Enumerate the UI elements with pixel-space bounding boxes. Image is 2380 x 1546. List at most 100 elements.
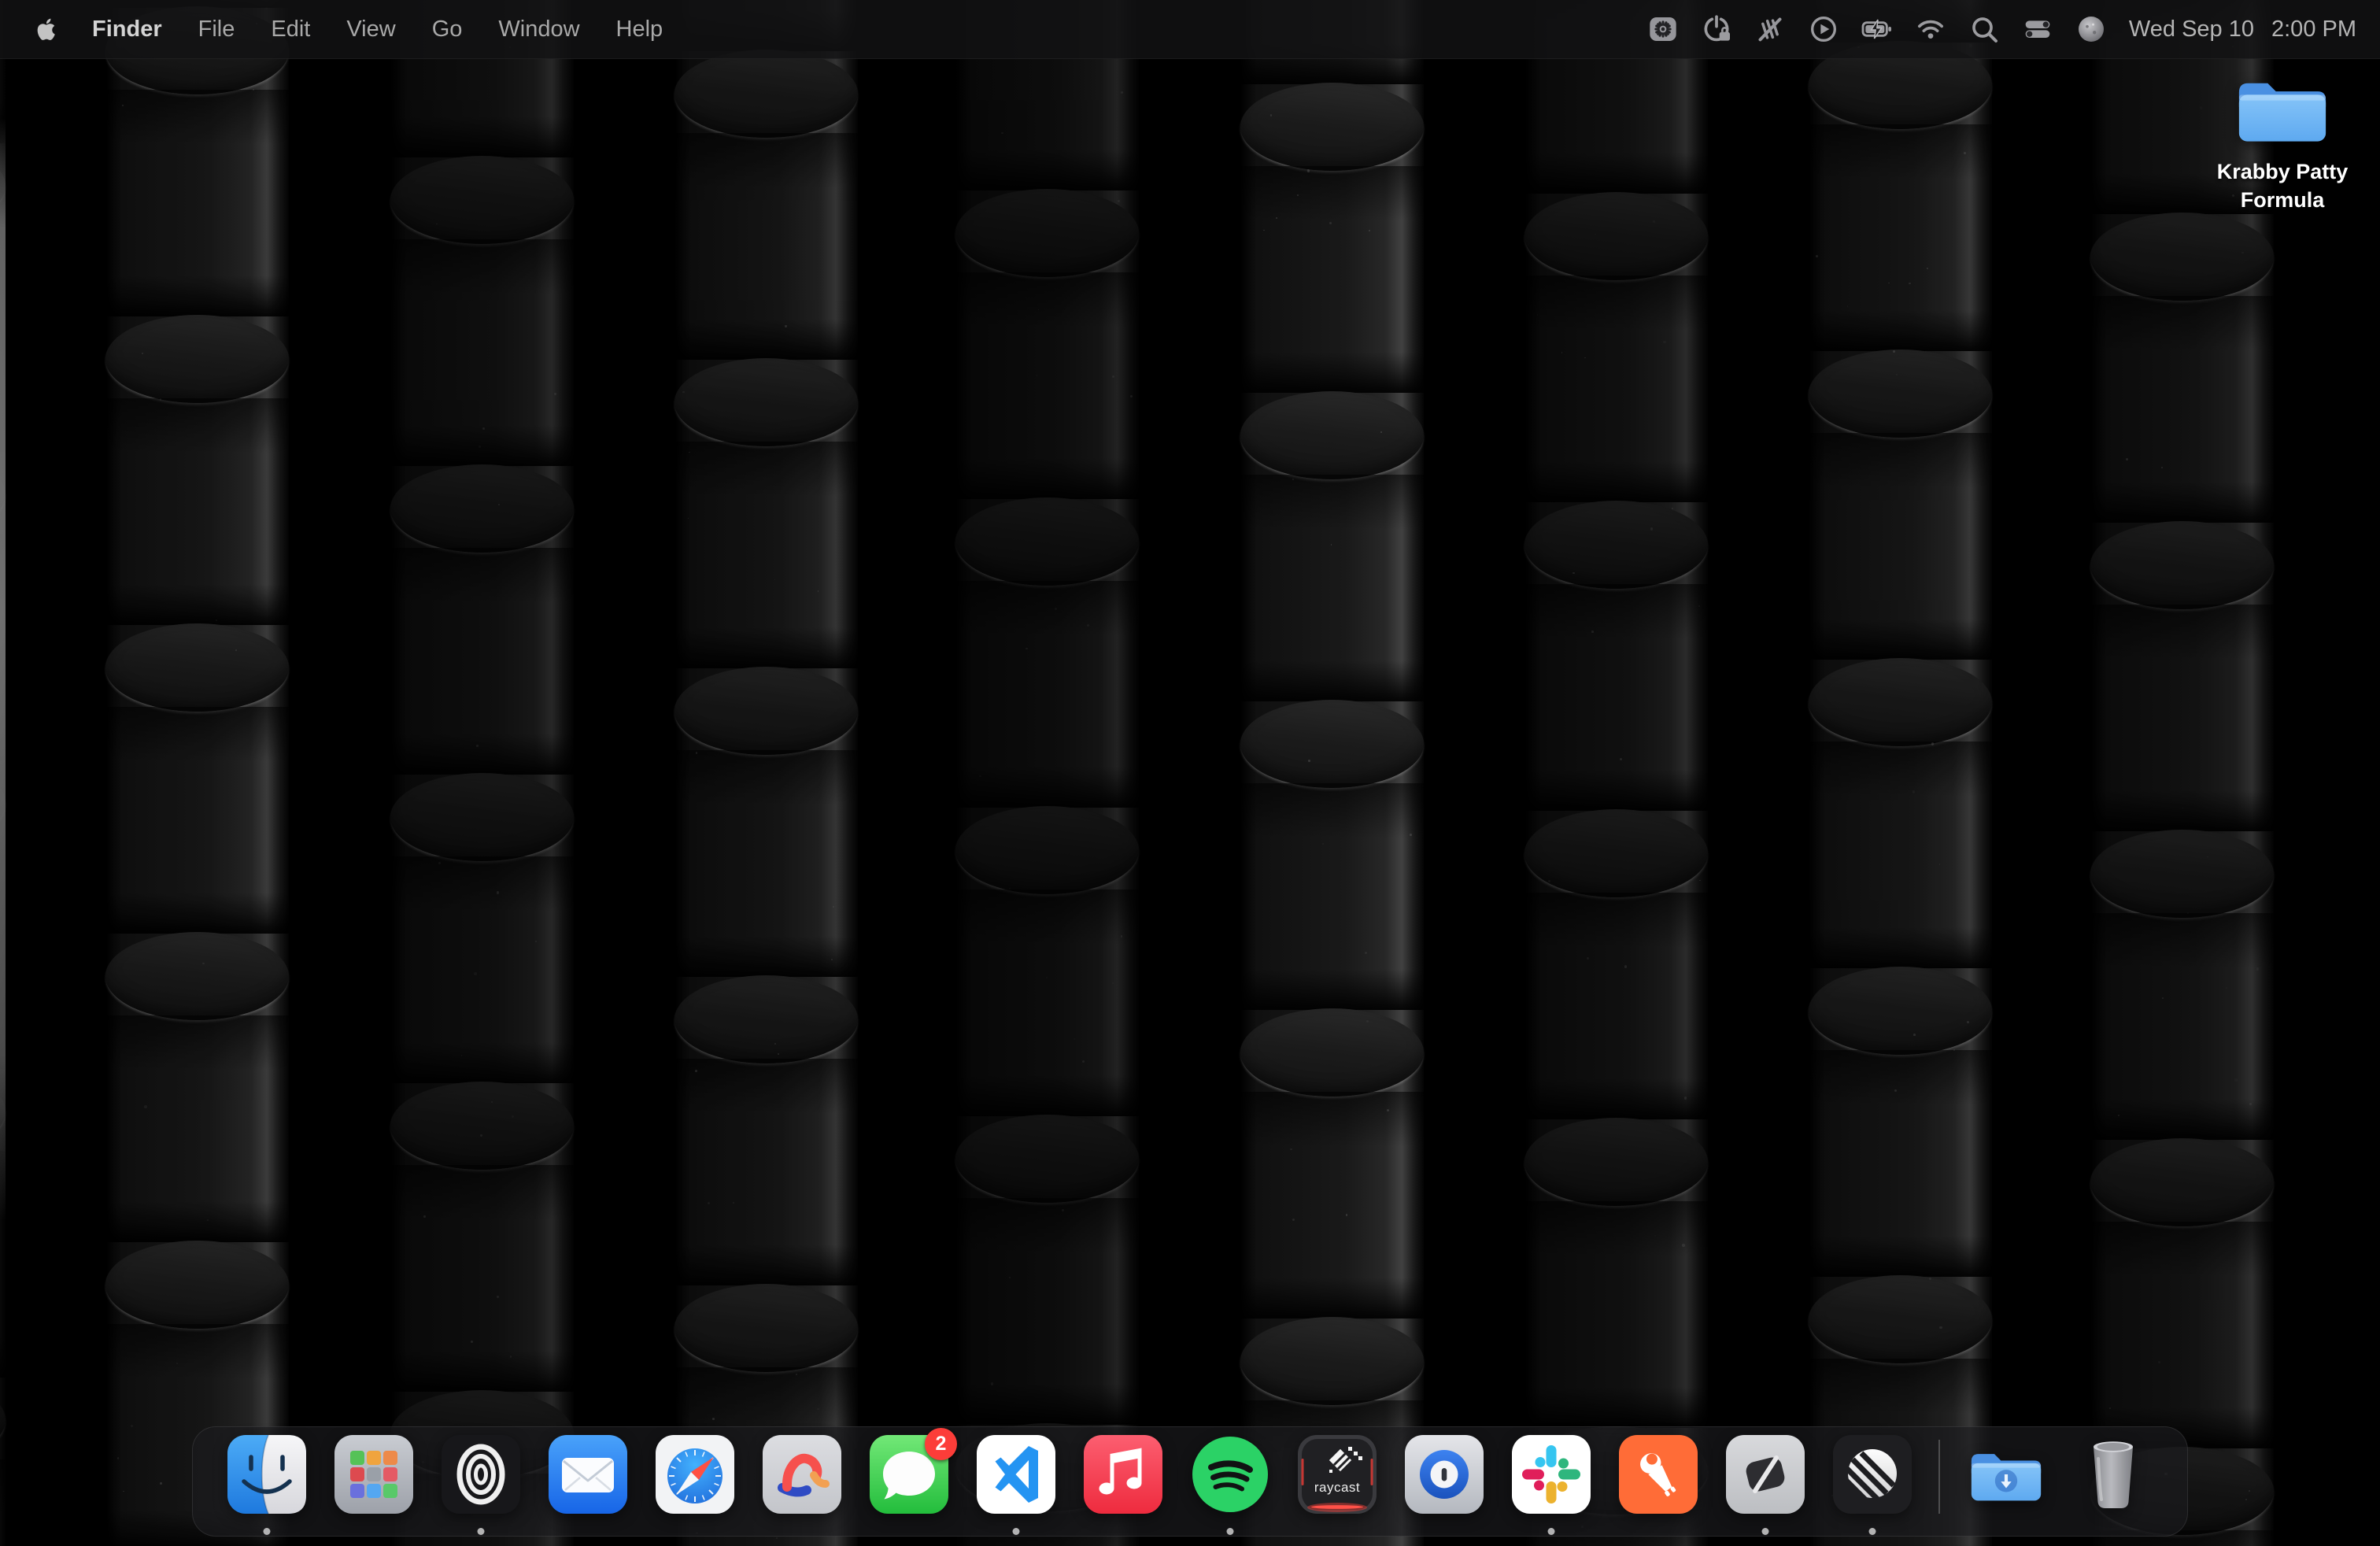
striped-slash-icon[interactable] <box>1751 6 1789 53</box>
cylinder-cap <box>2090 213 2274 301</box>
dock-item-launchpad[interactable] <box>334 1435 413 1514</box>
play-circle-icon[interactable] <box>1805 6 1842 53</box>
wallpaper-speckle <box>480 1134 482 1137</box>
arc-browser-icon <box>763 1435 841 1514</box>
apple-menu[interactable] <box>31 0 63 58</box>
menu-item-file[interactable]: File <box>180 0 253 58</box>
dock-item-apple-music[interactable] <box>1084 1435 1162 1514</box>
desktop-folder-krabby-patty-formula[interactable]: Krabby Patty Formula <box>2201 68 2364 214</box>
wallpaper-speckle <box>476 745 479 747</box>
notification-badge: 2 <box>925 1428 957 1460</box>
cylinder-cap-under-shadow <box>1524 276 1708 331</box>
dock-item-raycast[interactable]: raycast <box>1298 1435 1377 1514</box>
wallpaper-speckle <box>1913 1034 1916 1036</box>
menu-item-help[interactable]: Help <box>598 0 682 58</box>
cylinder-cap <box>390 773 574 861</box>
siri-icon[interactable] <box>2072 6 2110 53</box>
battery-charging-icon[interactable] <box>1858 6 1896 53</box>
wifi-icon[interactable] <box>1912 6 1949 53</box>
cylinder-cap-under-shadow <box>1240 1092 1424 1147</box>
desktop-folder-label: Krabby Patty Formula <box>2199 158 2366 214</box>
cylinder-cap <box>1524 192 1708 280</box>
dock-item-finder[interactable] <box>227 1435 306 1514</box>
dock-item-mail[interactable] <box>549 1435 627 1514</box>
dock-item-linear[interactable] <box>1833 1435 1912 1514</box>
wallpaper-speckle <box>2161 467 2163 468</box>
wallpaper-cylinder-column <box>2090 0 2274 1546</box>
cylinder-cap-under-shadow <box>105 1324 289 1379</box>
wallpaper-speckle <box>1816 255 1818 257</box>
wallpaper-speckle <box>1410 834 1412 836</box>
cylinder-cap <box>674 975 858 1063</box>
wallpaper-speckle <box>2158 1361 2160 1363</box>
apple-music-icon <box>1084 1435 1162 1514</box>
dock-item-downloads-folder[interactable] <box>1967 1435 2046 1514</box>
cylinder-cap <box>955 497 1139 586</box>
dock-item-d-glyph-app[interactable] <box>1726 1435 1805 1514</box>
control-center-icon[interactable] <box>2019 6 2057 53</box>
wallpaper-edge-cylinder <box>0 118 6 1220</box>
starburst-tile-icon[interactable] <box>1644 6 1682 53</box>
dock-item-slack[interactable] <box>1512 1435 1591 1514</box>
dock-item-trash[interactable] <box>2074 1435 2153 1514</box>
wallpaper-speckle <box>471 1341 473 1343</box>
cylinder-cap-under-shadow <box>1809 1359 1992 1414</box>
wallpaper-speckle <box>474 972 477 975</box>
wallpaper-speckle <box>1654 1235 1656 1237</box>
cylinder-cap <box>674 667 858 755</box>
cylinder-joint-shadow <box>1240 1278 1424 1319</box>
dock-item-arc-browser[interactable] <box>763 1435 841 1514</box>
safari-icon <box>656 1435 734 1514</box>
menu-bar-status-area: Wed Sep 10 2:00 PM <box>1636 6 2380 53</box>
cylinder-cap-under-shadow <box>390 548 574 603</box>
menu-item-finder[interactable]: Finder <box>74 0 180 58</box>
cylinder-cap <box>1240 1317 1424 1405</box>
cylinder-cap <box>390 464 574 553</box>
dock-item-safari[interactable] <box>656 1435 734 1514</box>
finder-icon <box>227 1435 306 1514</box>
dock-item-messages[interactable]: 2 <box>870 1435 948 1514</box>
cylinder-cap-under-shadow <box>390 1165 574 1220</box>
dock-item-concentric-rings-app[interactable] <box>442 1435 520 1514</box>
menu-item-window[interactable]: Window <box>480 0 597 58</box>
wallpaper-speckle <box>2226 987 2227 989</box>
dock-item-postman[interactable] <box>1619 1435 1698 1514</box>
cylinder-joint-shadow <box>105 276 289 316</box>
cylinder-cap <box>955 189 1139 277</box>
wallpaper-speckle <box>202 963 204 964</box>
password-lock-icon[interactable] <box>1698 6 1735 53</box>
wallpaper-speckle <box>2234 1078 2238 1082</box>
wallpaper-speckle <box>1896 374 1898 375</box>
cylinder-cap-under-shadow <box>674 442 858 497</box>
cylinder-joint-shadow <box>2090 482 2274 523</box>
dock-item-spotify[interactable] <box>1191 1435 1269 1514</box>
menu-item-edit[interactable]: Edit <box>253 0 328 58</box>
cylinder-cap-under-shadow <box>955 890 1139 945</box>
dock-item-vscode[interactable] <box>977 1435 1055 1514</box>
wallpaper-speckle <box>497 891 499 893</box>
cylinder-cap-under-shadow <box>105 398 289 453</box>
wallpaper-speckle <box>1307 169 1310 172</box>
raycast-wordmark: raycast <box>1298 1480 1377 1496</box>
cylinder-cap <box>1524 1118 1708 1206</box>
cylinder-cap-under-shadow <box>955 272 1139 327</box>
wallpaper-speckle <box>131 1425 132 1426</box>
menu-item-view[interactable]: View <box>328 0 413 58</box>
wallpaper-speckle <box>778 1053 779 1055</box>
dock-item-onepassword[interactable] <box>1405 1435 1484 1514</box>
wallpaper-speckle <box>1624 965 1627 967</box>
wallpaper-speckle <box>1387 1109 1389 1111</box>
cylinder-joint-shadow <box>955 1075 1139 1116</box>
wallpaper-cylinder-column <box>105 0 289 1546</box>
running-indicator-dot <box>264 1528 271 1535</box>
menu-item-go[interactable]: Go <box>414 0 481 58</box>
menu-bar-clock[interactable]: Wed Sep 10 2:00 PM <box>2129 17 2356 43</box>
cylinder-cap-under-shadow <box>1809 433 1992 488</box>
wallpaper-speckle <box>1953 1049 1955 1051</box>
vscode-icon <box>977 1435 1055 1514</box>
cylinder-joint-shadow <box>1524 461 1708 502</box>
cylinder-joint-shadow <box>105 584 289 625</box>
cylinder-cap <box>1240 391 1424 479</box>
spotlight-search-icon[interactable] <box>1965 6 2003 53</box>
dock: 2 raycast <box>192 1426 2188 1537</box>
